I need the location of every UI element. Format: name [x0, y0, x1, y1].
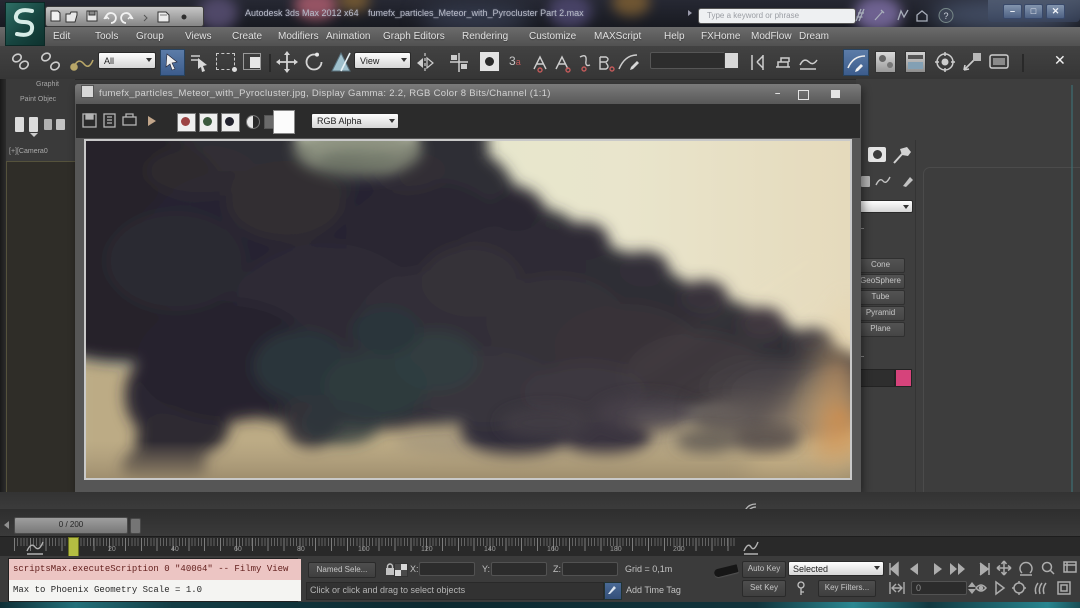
svg-text:?: ? — [943, 11, 948, 21]
